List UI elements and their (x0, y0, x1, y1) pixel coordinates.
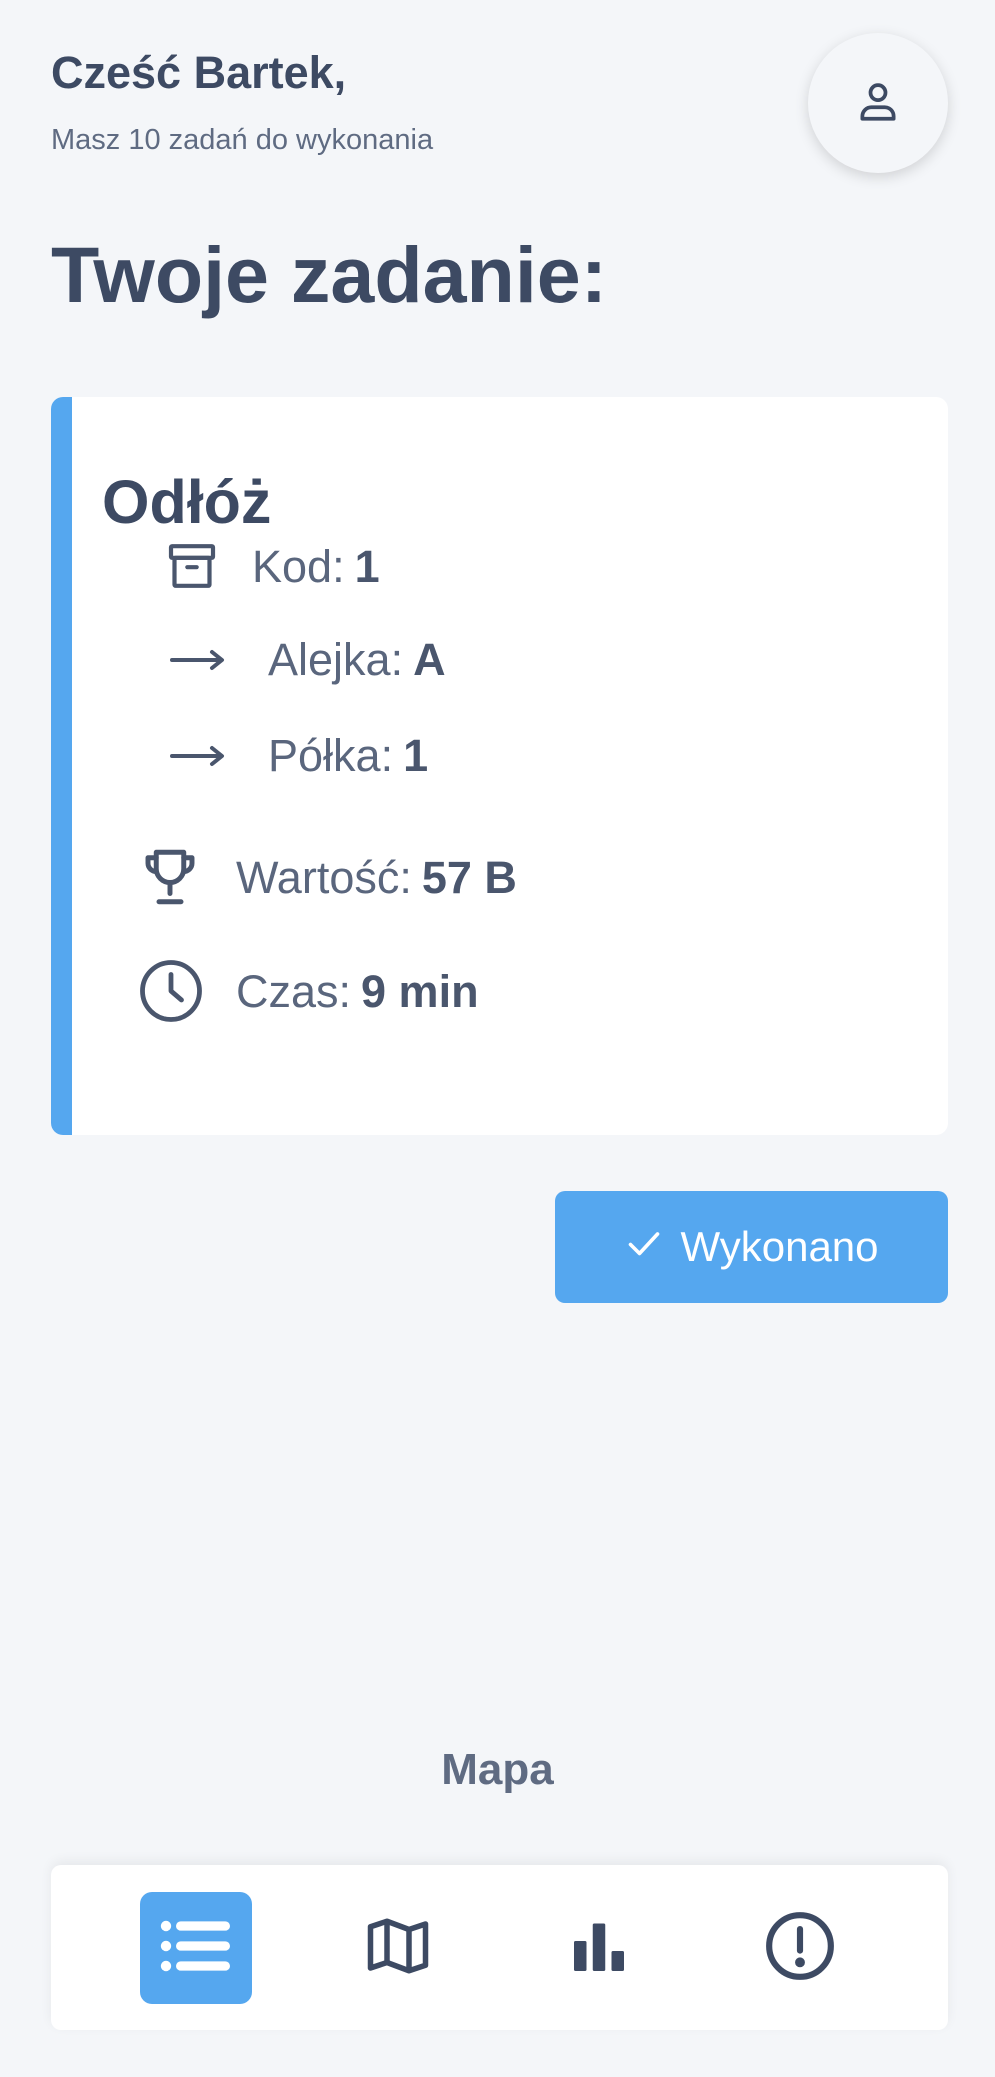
task-row-code: Kod: 1 (162, 537, 380, 595)
nav-map[interactable] (342, 1892, 454, 2004)
user-icon (853, 76, 903, 131)
profile-button[interactable] (808, 33, 948, 173)
task-row-label: Półka: (268, 730, 394, 781)
map-icon (363, 1913, 433, 1984)
done-button[interactable]: Wykonano (555, 1191, 948, 1303)
trophy-icon (135, 844, 205, 910)
task-row-value: 57 B (421, 851, 517, 903)
task-card: Odłóż Kod: 1 Alejka: A Półka: 1 Wartość:… (51, 397, 948, 1135)
list-icon (160, 1919, 232, 1978)
page-title: Twoje zadanie: (51, 230, 608, 319)
greeting: Cześć Bartek, (51, 47, 347, 98)
arrow-right-icon (168, 645, 228, 675)
task-row-value: 9 min (361, 965, 479, 1017)
task-title: Odłóż (102, 468, 272, 536)
nav-tasks[interactable] (140, 1892, 252, 2004)
done-button-label: Wykonano (680, 1223, 879, 1270)
bar-chart-icon (569, 1916, 629, 1981)
task-row-value: 1 (354, 540, 380, 592)
bottom-nav (51, 1865, 948, 2030)
archive-box-icon (162, 537, 222, 595)
arrow-right-icon (168, 741, 228, 771)
task-row-label: Kod: (252, 540, 345, 592)
task-row-value-points: Wartość: 57 B (135, 844, 517, 910)
nav-stats[interactable] (543, 1892, 655, 2004)
task-row-time: Czas: 9 min (135, 955, 479, 1027)
map-link[interactable]: Mapa (0, 1748, 995, 1792)
check-icon (624, 1223, 680, 1271)
task-row-aisle: Alejka: A (168, 637, 446, 682)
task-row-label: Alejka: (268, 634, 404, 685)
task-card-accent (51, 397, 72, 1135)
task-row-value: A (413, 634, 446, 685)
task-row-shelf: Półka: 1 (168, 733, 428, 778)
clock-icon (135, 955, 207, 1027)
task-count-subtitle: Masz 10 zadań do wykonania (51, 124, 434, 156)
alert-circle-icon (763, 1909, 837, 1988)
task-row-label: Czas: (236, 965, 352, 1017)
nav-alerts[interactable] (744, 1892, 856, 2004)
task-row-label: Wartość: (236, 851, 412, 903)
task-row-value: 1 (403, 730, 429, 781)
